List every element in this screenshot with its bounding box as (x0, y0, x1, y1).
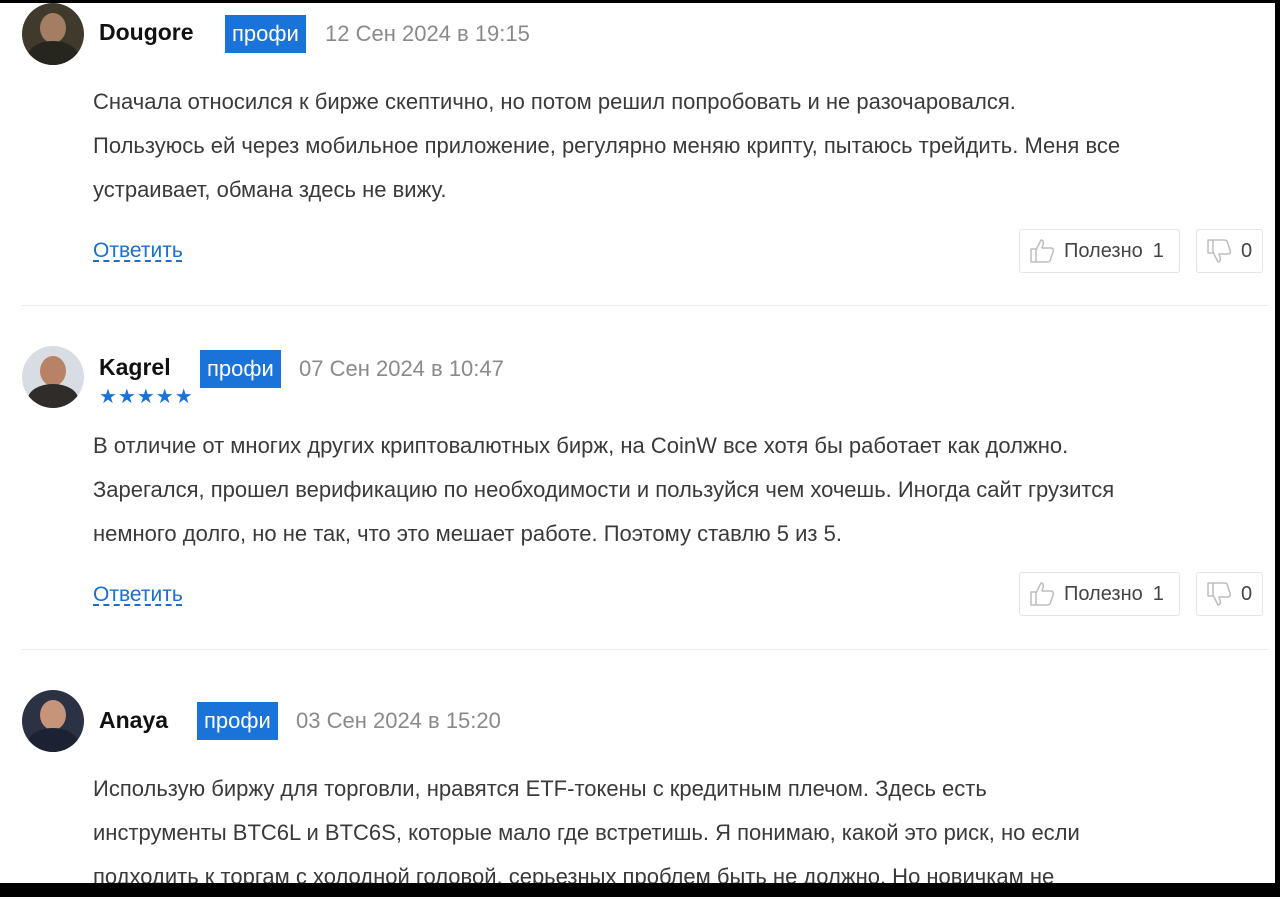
frame-right-edge (1275, 0, 1280, 897)
status-badge: профи (225, 15, 306, 53)
comment-date: 03 Сен 2024 в 15:20 (296, 708, 501, 733)
comment-text-line: немного долго, но не так, что это мешает… (93, 521, 842, 546)
frame-top-edge (0, 0, 1280, 3)
author-name[interactable]: Dougore (99, 19, 194, 46)
thumbs-up-icon (1030, 582, 1055, 606)
thumbs-down-icon (1207, 239, 1232, 263)
thumbs-down-icon (1207, 582, 1232, 606)
frame-bottom-edge (0, 883, 1280, 897)
comment-text-line: Использую биржу для торговли, нравятся E… (93, 776, 987, 801)
reply-link[interactable]: Ответить (93, 239, 183, 263)
dislike-count: 0 (1241, 239, 1253, 262)
divider (22, 305, 1268, 306)
status-badge: профи (200, 350, 281, 388)
comment-text-line: Зарегался, прошел верификацию по необход… (93, 477, 1115, 502)
comment-text-line: Пользуюсь ей через мобильное приложение,… (93, 133, 1121, 158)
comment-date: 07 Сен 2024 в 10:47 (299, 356, 504, 381)
avatar[interactable] (22, 690, 84, 752)
useful-count: 1 (1152, 582, 1164, 605)
comment-text-line: В отличие от многих других криптовалютны… (93, 433, 1069, 458)
useful-button[interactable]: Полезно 1 (1019, 572, 1180, 616)
thumbs-up-icon (1030, 239, 1055, 263)
comment-text-line: инструменты BTC6L и BTC6S, которые мало … (93, 820, 1080, 845)
useful-count: 1 (1152, 239, 1164, 262)
dislike-button[interactable]: 0 (1196, 572, 1263, 616)
comment-text: Сначала относился к бирже скептично, но … (93, 80, 1268, 212)
comment-text-line: устраивает, обмана здесь не вижу. (93, 177, 447, 202)
comment-date: 12 Сен 2024 в 19:15 (325, 21, 530, 46)
dislike-count: 0 (1241, 582, 1253, 605)
comment-text: Использую биржу для торговли, нравятся E… (93, 767, 1268, 899)
useful-label: Полезно (1064, 239, 1143, 262)
divider (22, 649, 1268, 650)
reply-link[interactable]: Ответить (93, 583, 183, 607)
useful-label: Полезно (1064, 582, 1143, 605)
status-badge: профи (197, 702, 278, 740)
avatar[interactable] (22, 3, 84, 65)
author-name[interactable]: Kagrel (99, 354, 171, 381)
useful-button[interactable]: Полезно 1 (1019, 229, 1180, 273)
dislike-button[interactable]: 0 (1196, 229, 1263, 273)
comment-text: В отличие от многих других криптовалютны… (93, 424, 1268, 556)
avatar[interactable] (22, 346, 84, 408)
comment-text-line: Сначала относился к бирже скептично, но … (93, 89, 1016, 114)
author-name[interactable]: Anaya (99, 707, 168, 734)
rating-stars: ★★★★★ (99, 386, 194, 408)
